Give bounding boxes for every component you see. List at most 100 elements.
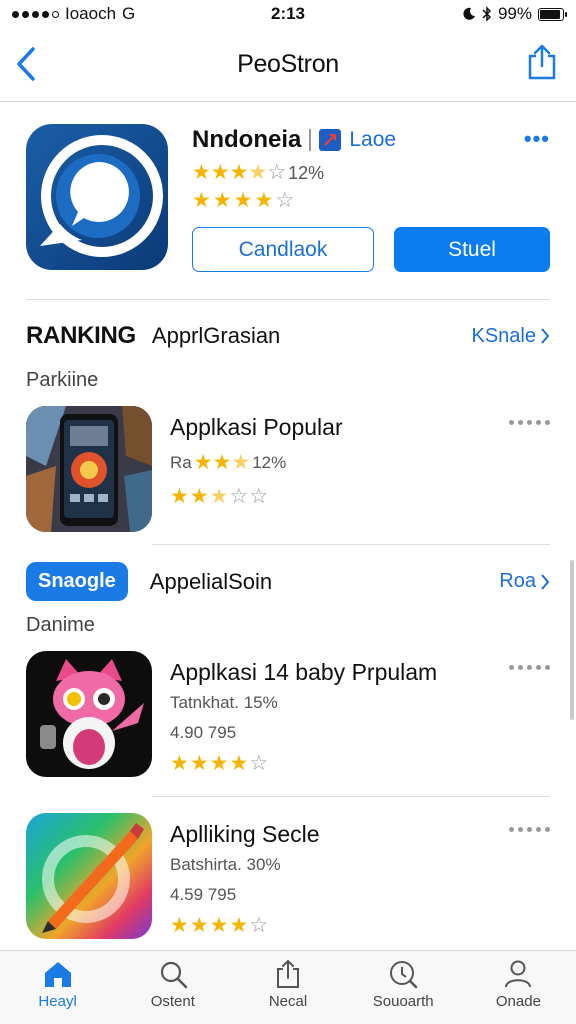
ranking-section-header: RANKING ApprlGrasian KSnale <box>26 322 550 350</box>
section-subtitle: AppelialSoin <box>149 568 273 594</box>
divider <box>26 299 550 300</box>
star-full-icon: ★ <box>233 189 253 212</box>
star-half-icon: ★ <box>231 451 251 474</box>
app-meta-prefix: Batshirta. 30% <box>170 855 281 874</box>
star-full-icon: ★ <box>189 914 209 937</box>
section-caption: Parkiine <box>26 369 99 391</box>
section-caption: Danime <box>26 614 95 636</box>
navigation-bar: PeoStron <box>0 28 576 102</box>
back-button[interactable] <box>8 44 44 84</box>
home-icon <box>44 962 71 987</box>
see-all-label: KSnale <box>471 324 537 347</box>
star-full-icon: ★ <box>170 914 189 937</box>
app-list-item[interactable]: Applkasi Popular Ra ★★★ 12% ★ ★ ★ ☆ ☆ <box>26 406 550 532</box>
star-full-icon: ★ <box>210 161 230 184</box>
tab-label: Heayl <box>38 993 77 1010</box>
rating-stars: ★★★★☆ <box>192 162 286 184</box>
section-pill[interactable]: Snaogle <box>26 562 128 601</box>
tab-updates[interactable]: Necal <box>230 951 345 1024</box>
featured-rating-row: ★★★★☆ 12% <box>192 162 324 184</box>
app-name: Aplliking Secle <box>170 821 320 847</box>
star-full-icon: ★ <box>209 914 229 937</box>
see-all-label: Roa <box>499 570 536 592</box>
share-box-icon <box>277 959 299 988</box>
featured-primary-button[interactable]: Stuel <box>394 227 550 272</box>
tab-home[interactable]: Heayl <box>0 951 115 1024</box>
featured-app-name: Nndoneia <box>192 126 302 153</box>
app-rating-stars: ★ ★ ★ ★ ☆ <box>170 915 268 936</box>
featured-secondary-button[interactable]: Candlaok <box>192 227 374 272</box>
tab-bar: Heayl Ostent Necal Souoarth Onade <box>0 950 576 1024</box>
star-full-icon: ★ <box>189 752 209 775</box>
game-phone-icon <box>26 406 152 532</box>
featured-stars-secondary: ★ ★ ★ ★ ☆ <box>192 190 294 211</box>
star-half-icon: ★ <box>248 161 268 184</box>
scrollbar[interactable] <box>570 560 574 720</box>
battery-percent: 99% <box>497 4 532 23</box>
divider <box>152 544 550 545</box>
featured-app-tag[interactable]: Laoe <box>349 128 396 152</box>
star-full-icon: ★ <box>170 752 189 775</box>
app-name: Applkasi 14 baby Prpulam <box>170 659 438 685</box>
app-icon <box>26 406 152 532</box>
star-empty-icon: ☆ <box>229 485 249 508</box>
divider <box>152 796 550 797</box>
star-full-icon: ★ <box>192 161 211 184</box>
app-meta-secondary: 4.59 795 <box>170 885 237 904</box>
app-rating-stars: ★ ★ ★ ★ ☆ <box>170 753 268 774</box>
bluetooth-icon <box>482 6 492 22</box>
chat-bubble-icon <box>40 135 163 257</box>
star-empty-icon: ☆ <box>275 189 295 212</box>
tab-label: Souoarth <box>372 993 434 1010</box>
tab-label: Ostent <box>150 993 195 1010</box>
app-meta: Batshirta. 30% <box>170 855 281 875</box>
app-meta-secondary: 4.90 795 <box>170 723 237 742</box>
app-meta: Ra ★★★ 12% <box>170 452 286 474</box>
more-options-icon[interactable] <box>509 420 550 425</box>
share-button[interactable] <box>524 42 560 82</box>
star-empty-icon: ☆ <box>267 161 287 184</box>
person-icon <box>505 960 532 988</box>
more-options-icon[interactable]: ••• <box>524 126 550 152</box>
page-title: PeoStron <box>237 50 339 78</box>
star-empty-icon: ☆ <box>249 752 269 775</box>
more-options-icon[interactable] <box>509 665 550 670</box>
star-half-icon: ★ <box>209 485 229 508</box>
carrier-name: Ioaoch <box>65 4 117 23</box>
see-all-link[interactable]: Roa <box>499 570 550 593</box>
second-section-header: Snaogle AppelialSoin Roa <box>26 562 550 601</box>
share-icon <box>528 44 556 80</box>
app-rating-stars: ★ ★ ★ ☆ ☆ <box>170 486 268 507</box>
separator <box>309 129 312 151</box>
star-full-icon: ★ <box>189 485 209 508</box>
moon-icon <box>463 7 475 20</box>
tab-search[interactable]: Ostent <box>115 951 230 1024</box>
see-all-link[interactable]: KSnale <box>472 325 551 348</box>
more-options-icon[interactable] <box>509 827 550 832</box>
featured-app-icon[interactable] <box>26 124 168 270</box>
star-full-icon: ★ <box>254 189 274 212</box>
star-full-icon: ★ <box>193 451 213 474</box>
app-list-item[interactable]: Aplliking Secle Batshirta. 30% 4.59 795 … <box>26 813 550 939</box>
search-icon <box>160 961 188 989</box>
pen-circle-icon <box>42 823 144 933</box>
flag-icon <box>319 129 342 151</box>
network-type: G <box>122 4 136 23</box>
tab-explore[interactable]: Souoarth <box>346 951 461 1024</box>
star-full-icon: ★ <box>192 189 211 212</box>
tab-label: Onade <box>495 993 541 1010</box>
app-meta: Tatnkhat. 15% <box>170 693 278 713</box>
status-bar: Ioaoch G 2:13 99% <box>0 0 576 28</box>
app-icon <box>26 813 152 939</box>
star-full-icon: ★ <box>229 752 249 775</box>
app-list-item[interactable]: Applkasi 14 baby Prpulam Tatnkhat. 15% 4… <box>26 651 550 777</box>
battery-icon <box>538 7 567 21</box>
tab-profile[interactable]: Onade <box>461 951 576 1024</box>
app-icon <box>26 651 152 777</box>
app-name: Applkasi Popular <box>170 414 343 440</box>
chevron-right-icon <box>541 328 550 344</box>
magnifier-icon <box>390 961 418 989</box>
tab-label: Necal <box>268 993 308 1010</box>
section-title: RANKING <box>26 322 136 349</box>
featured-rating-text: 12% <box>288 162 325 183</box>
